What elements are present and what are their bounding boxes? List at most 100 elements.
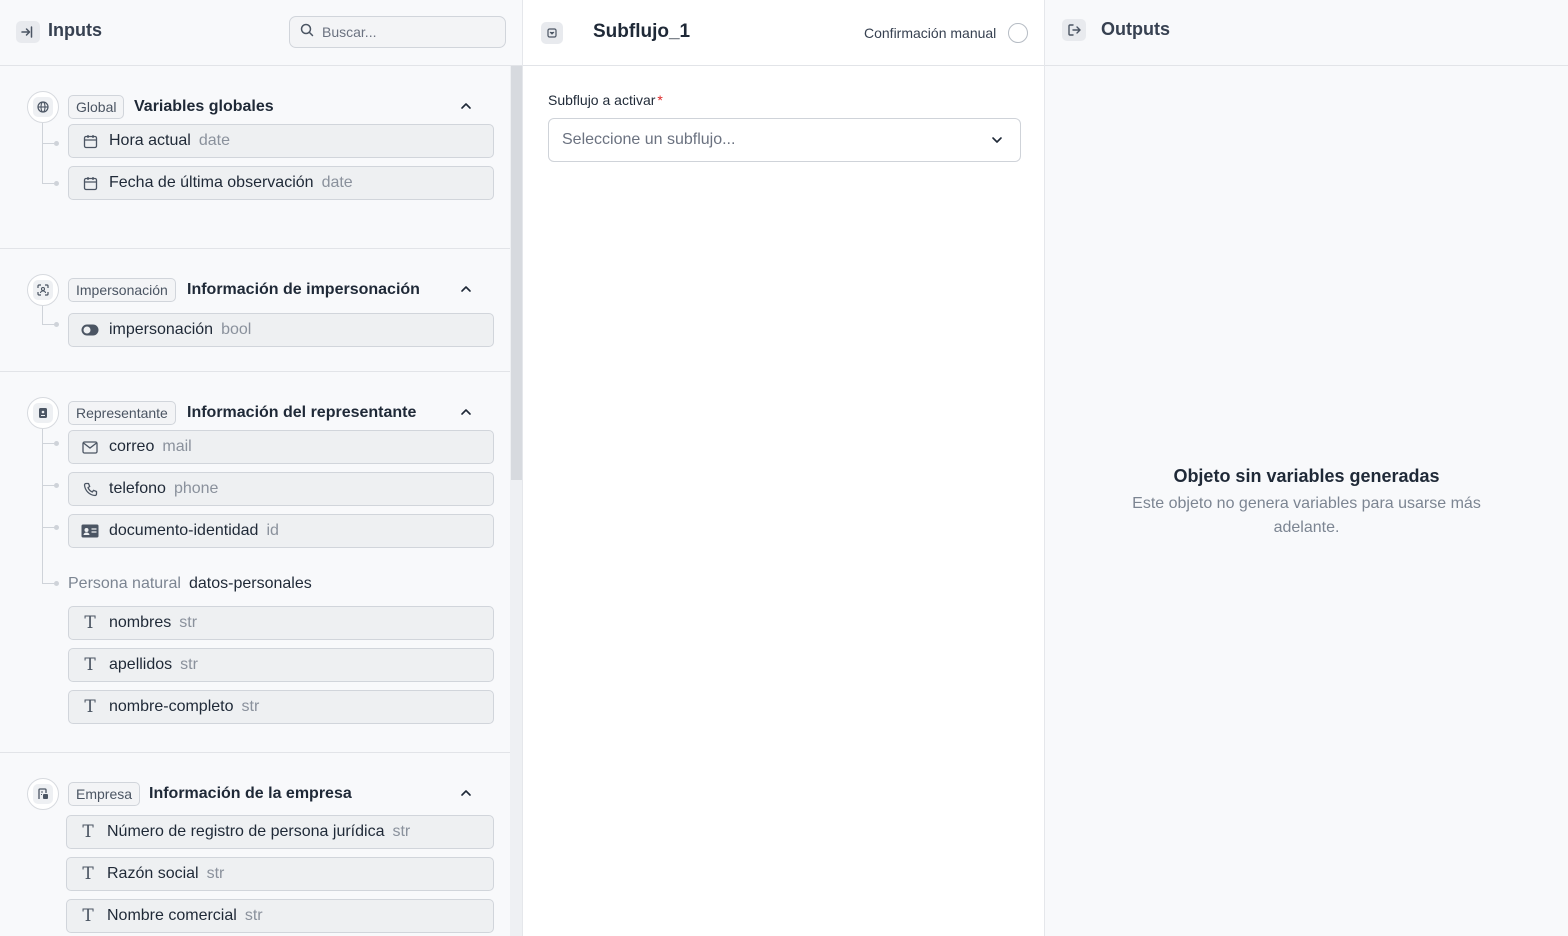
text-icon: T bbox=[82, 822, 94, 842]
tree-branch bbox=[42, 583, 56, 584]
subflow-select[interactable]: Seleccione un subflujo... bbox=[548, 118, 1021, 162]
tree-branch bbox=[42, 527, 56, 528]
node-title[interactable]: Subflujo_1 bbox=[593, 21, 690, 43]
section-badge: Empresa bbox=[68, 782, 141, 806]
required-marker: * bbox=[657, 92, 663, 108]
face-scan-icon bbox=[27, 274, 59, 306]
inputs-title: Inputs bbox=[48, 20, 102, 40]
empty-state-title: Objeto sin variables generadas bbox=[1173, 466, 1440, 486]
variable-item[interactable]: T Nombre comercial str bbox=[66, 899, 494, 933]
variable-name: Razón social bbox=[107, 865, 199, 882]
variable-item[interactable]: documento-identidad id bbox=[68, 514, 494, 548]
variable-name: documento-identidad bbox=[109, 522, 259, 539]
subgroup-label: Persona natural bbox=[68, 575, 181, 592]
chevron-up-icon[interactable] bbox=[457, 280, 475, 298]
variable-item[interactable]: T nombre-completo str bbox=[68, 690, 494, 724]
variable-name: nombre-completo bbox=[109, 698, 234, 715]
section-title: Información de la empresa bbox=[149, 785, 352, 802]
variable-type: date bbox=[321, 174, 353, 191]
tree-line bbox=[42, 306, 43, 324]
section-badge: Impersonación bbox=[68, 278, 176, 302]
calendar-icon bbox=[81, 174, 99, 192]
variable-type: str bbox=[180, 656, 198, 673]
variable-type: str bbox=[244, 907, 263, 924]
section-title: Información del representante bbox=[187, 404, 417, 421]
outputs-title: Outputs bbox=[1101, 19, 1170, 39]
tree-branch bbox=[42, 183, 56, 184]
text-icon: T bbox=[82, 864, 94, 884]
variable-item[interactable]: T Razón social str bbox=[66, 857, 494, 891]
tree-line bbox=[42, 123, 43, 183]
search-input[interactable]: Buscar... bbox=[289, 16, 506, 48]
variable-item[interactable]: T apellidos str bbox=[68, 648, 494, 682]
node-panel: Subflujo_1 Confirmación manual Subflujo … bbox=[523, 0, 1045, 936]
variable-type: str bbox=[392, 823, 411, 840]
subgroup-header: Persona natural datos-personales bbox=[68, 575, 312, 593]
text-icon: T bbox=[82, 906, 94, 926]
variable-name: telefono bbox=[109, 480, 166, 497]
variable-item[interactable]: T Número de registro de persona jurídica… bbox=[66, 815, 494, 849]
text-icon: T bbox=[84, 655, 96, 675]
subgroup-key: datos-personales bbox=[188, 575, 312, 592]
input-arrow-icon[interactable] bbox=[16, 21, 40, 43]
variable-item[interactable]: Hora actual date bbox=[68, 124, 494, 158]
globe-icon bbox=[27, 91, 59, 123]
manual-confirmation-toggle[interactable] bbox=[1008, 23, 1028, 43]
inputs-panel: Inputs Buscar... Global Variables global… bbox=[0, 0, 523, 936]
manual-confirmation-label: Confirmación manual bbox=[864, 25, 997, 41]
section-title: Información de impersonación bbox=[187, 281, 420, 298]
tree-branch bbox=[42, 485, 56, 486]
variable-type: phone bbox=[173, 480, 219, 497]
variable-type: id bbox=[266, 522, 279, 539]
variable-type: str bbox=[241, 698, 260, 715]
search-icon bbox=[300, 23, 314, 42]
variable-name: correo bbox=[109, 438, 155, 455]
variable-name: Hora actual bbox=[109, 132, 191, 149]
subflow-select-placeholder: Seleccione un subflujo... bbox=[562, 131, 736, 148]
subflow-field-label: Subflujo a activar * bbox=[548, 92, 663, 108]
tree-branch bbox=[42, 143, 56, 144]
outputs-header: Outputs bbox=[1045, 0, 1568, 66]
search-placeholder: Buscar... bbox=[322, 24, 377, 40]
chevron-up-icon[interactable] bbox=[457, 97, 475, 115]
section-divider bbox=[0, 371, 510, 372]
empty-state-description: Este objeto no genera variables para usa… bbox=[1132, 495, 1481, 536]
variable-name: Nombre comercial bbox=[107, 907, 237, 924]
variable-type: mail bbox=[162, 438, 192, 455]
chevron-up-icon[interactable] bbox=[457, 784, 475, 802]
variable-item[interactable]: T nombres str bbox=[68, 606, 494, 640]
chevron-up-icon[interactable] bbox=[457, 403, 475, 421]
variable-name: nombres bbox=[109, 614, 172, 631]
subflow-icon bbox=[541, 22, 563, 44]
variable-name: Número de registro de persona jurídica bbox=[107, 823, 385, 840]
variable-type: str bbox=[179, 614, 198, 631]
variable-item[interactable]: correo mail bbox=[68, 430, 494, 464]
section-badge: Global bbox=[68, 95, 125, 119]
variable-type: str bbox=[206, 865, 225, 882]
field-label-text: Subflujo a activar bbox=[548, 92, 656, 108]
output-arrow-icon[interactable] bbox=[1062, 19, 1086, 41]
text-icon: T bbox=[84, 613, 96, 633]
text-icon: T bbox=[84, 697, 96, 717]
variable-name: apellidos bbox=[109, 656, 173, 673]
tree-branch bbox=[42, 443, 56, 444]
outputs-panel: Outputs Objeto sin variables generadas E… bbox=[1045, 0, 1568, 936]
section-title: Variables globales bbox=[134, 98, 274, 115]
chevron-down-icon bbox=[988, 131, 1006, 149]
phone-icon bbox=[81, 480, 99, 498]
tree-branch bbox=[42, 324, 56, 325]
variable-type: bool bbox=[221, 321, 252, 338]
scrollbar-thumb[interactable] bbox=[511, 66, 522, 480]
tree-line bbox=[42, 429, 43, 583]
variable-item[interactable]: telefono phone bbox=[68, 472, 494, 506]
variable-item[interactable]: Fecha de última observación date bbox=[68, 166, 494, 200]
section-divider bbox=[0, 752, 510, 753]
section-divider bbox=[0, 248, 510, 249]
variable-type: date bbox=[198, 132, 230, 149]
variable-item[interactable]: impersonación bool bbox=[68, 313, 494, 347]
mail-icon bbox=[81, 438, 99, 456]
variable-name: Fecha de última observación bbox=[109, 174, 314, 191]
id-badge-icon bbox=[27, 397, 59, 429]
id-card-icon bbox=[81, 522, 99, 540]
section-badge: Representante bbox=[68, 401, 176, 425]
